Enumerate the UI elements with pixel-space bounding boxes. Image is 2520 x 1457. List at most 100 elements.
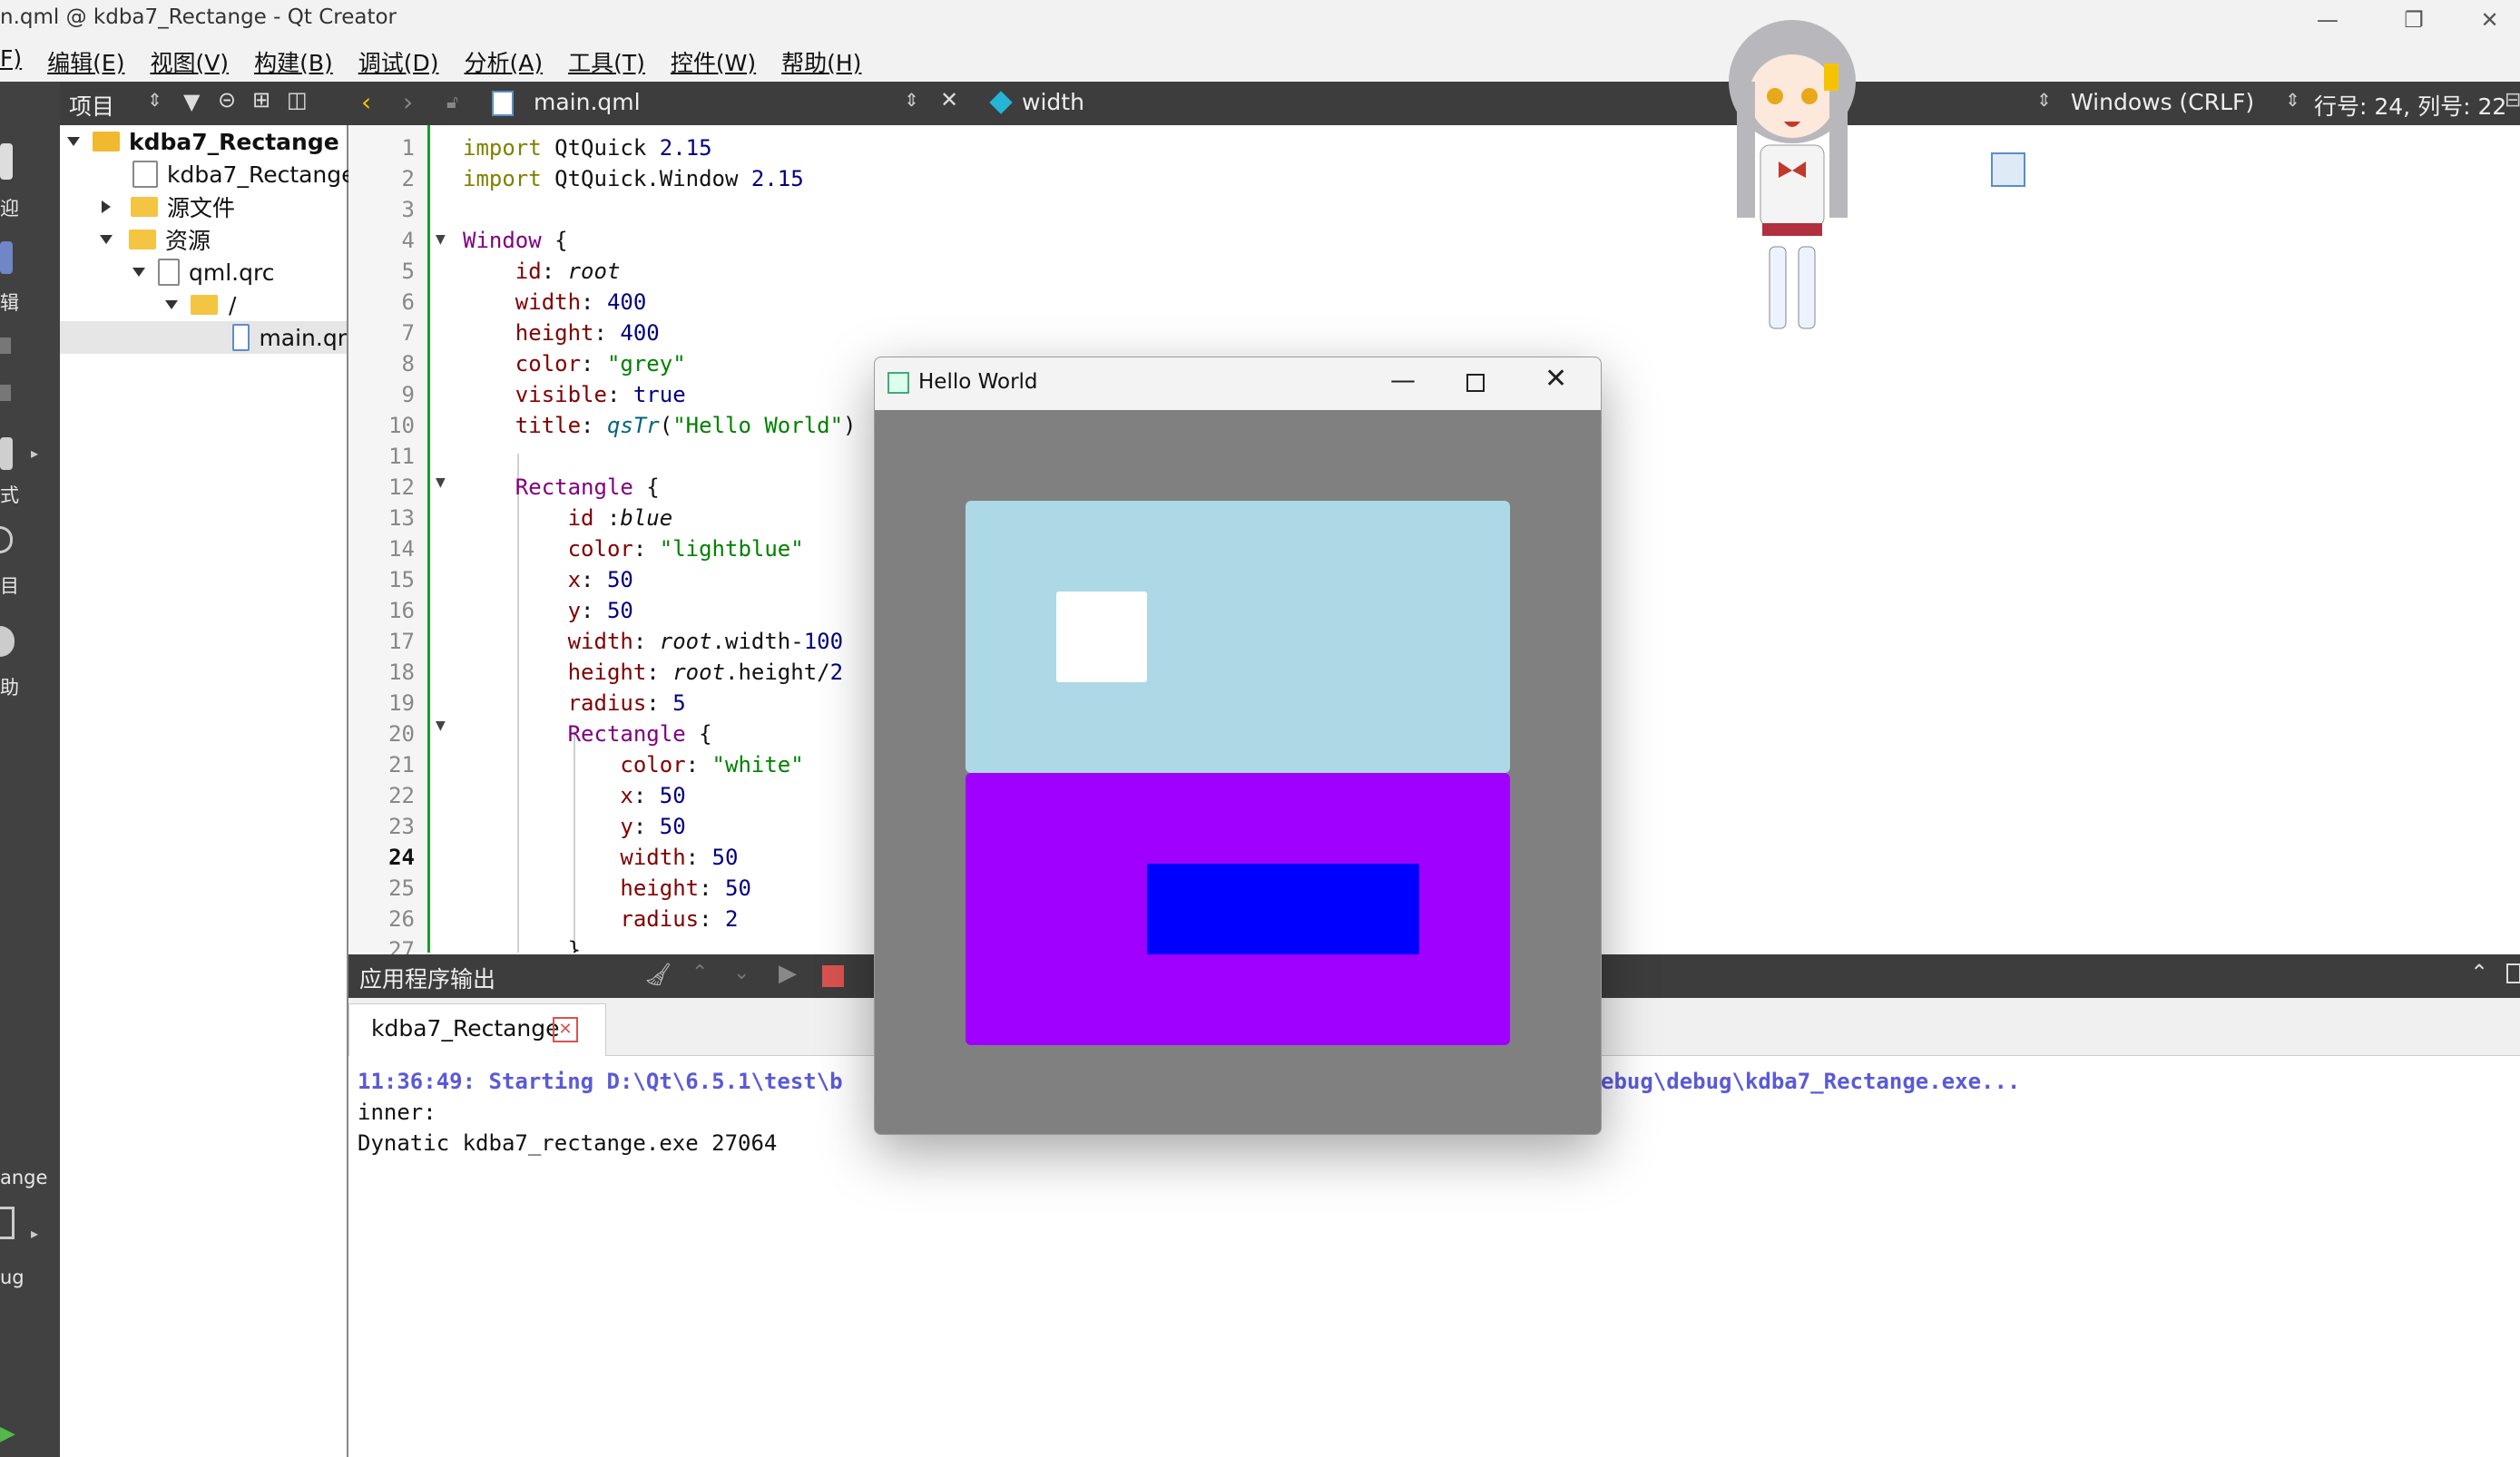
debug-bug-icon[interactable] bbox=[0, 437, 13, 470]
fold-arrow-icon[interactable]: ▼ bbox=[436, 475, 446, 490]
updown-arrows-icon[interactable]: ⇕ bbox=[2285, 89, 2300, 111]
tree-item-qrc[interactable]: qml.qrc bbox=[132, 256, 274, 288]
project-view-selector[interactable]: 项目 bbox=[69, 89, 114, 122]
qrc-file-icon bbox=[158, 259, 180, 286]
close-file-icon[interactable]: ✕ bbox=[940, 87, 958, 112]
line-ending-selector[interactable]: Windows (CRLF) bbox=[2071, 89, 2254, 115]
menu-help[interactable]: 帮助(H) bbox=[781, 45, 861, 78]
line-number: 16 bbox=[388, 598, 415, 623]
menu-build[interactable]: 构建(B) bbox=[254, 45, 333, 78]
forward-arrow-icon[interactable]: › bbox=[403, 87, 413, 117]
line-number: 1 bbox=[401, 135, 415, 161]
fold-arrow-icon[interactable]: ▼ bbox=[436, 719, 446, 733]
menu-view[interactable]: 视图(V) bbox=[150, 45, 229, 78]
code-line: width: root.width-100 bbox=[567, 629, 844, 654]
tree-item-main-qml[interactable]: main.qr bbox=[60, 321, 347, 354]
qml-file-icon bbox=[232, 324, 250, 351]
tree-item-label: kdba7_Rectange. bbox=[167, 161, 363, 188]
tree-item-resources[interactable]: 资源 bbox=[100, 223, 211, 256]
close-button[interactable]: ✕ bbox=[2459, 0, 2520, 40]
close-pane-icon[interactable] bbox=[2506, 963, 2520, 983]
minimize-button[interactable]: — bbox=[1390, 365, 1416, 395]
line-number-gutter: 1 2 3 4 5 6 7 8 9 10 11 12 13 14 15 16 17 18 19 20 21 22 23 24 2… bbox=[348, 125, 430, 963]
prev-icon[interactable]: ⌃ bbox=[691, 962, 708, 984]
fold-arrow-icon[interactable]: ▼ bbox=[436, 232, 446, 247]
maximize-button[interactable] bbox=[1466, 374, 1485, 392]
close-sidebar-icon[interactable]: ◫ bbox=[287, 87, 308, 112]
line-number: 4 bbox=[401, 228, 415, 253]
folder-lock-icon bbox=[129, 230, 156, 249]
debug-mode-icon[interactable] bbox=[0, 385, 11, 401]
menu-items: F) 编辑(E) 视图(V) 构建(B) 调试(D) 分析(A) 工具(T) 控… bbox=[0, 45, 861, 78]
folder-icon bbox=[131, 197, 158, 217]
line-number: 25 bbox=[388, 875, 415, 901]
rerun-icon[interactable]: ▶ bbox=[779, 960, 797, 987]
code-line: Window { bbox=[463, 228, 568, 253]
mode-selector-bar: 迎 辑 ▸ 式 目 助 ange ▸ ug ▶ ▶ bbox=[0, 82, 60, 1457]
tree-item-label: 资源 bbox=[165, 228, 211, 254]
link-icon[interactable]: ⊝ bbox=[218, 87, 236, 112]
current-symbol[interactable]: width bbox=[1022, 89, 1084, 115]
menu-tools[interactable]: 工具(T) bbox=[568, 45, 645, 78]
target-arrow-icon: ▸ bbox=[31, 1225, 39, 1242]
tree-item-sources[interactable]: 源文件 bbox=[102, 191, 235, 223]
code-line: color: "white" bbox=[620, 752, 804, 777]
design-mode-icon[interactable] bbox=[0, 337, 11, 354]
window-title: n.qml @ kdba7_Rectange - Qt Creator bbox=[0, 5, 397, 29]
stop-icon[interactable] bbox=[822, 965, 844, 987]
expand-arrow-icon bbox=[67, 137, 80, 146]
menu-widgets[interactable]: 控件(W) bbox=[671, 45, 756, 78]
filter-icon[interactable]: ▼ bbox=[183, 89, 200, 114]
hello-world-title: Hello World bbox=[918, 370, 1038, 394]
tree-item-pro-file[interactable]: kdba7_Rectange. bbox=[132, 158, 362, 191]
back-arrow-icon[interactable]: ‹ bbox=[361, 87, 371, 117]
line-number: 22 bbox=[388, 783, 415, 808]
minimize-button[interactable]: — bbox=[2287, 0, 2368, 40]
menu-file[interactable]: F) bbox=[0, 45, 22, 78]
purple-rectangle bbox=[966, 773, 1510, 1045]
code-line: height: root.height/2 bbox=[567, 660, 844, 685]
tree-item-label: 源文件 bbox=[167, 195, 236, 221]
close-tab-icon[interactable]: ✕ bbox=[553, 1017, 578, 1042]
output-line-start: 11:36:49: Starting D:\Qt\6.5.1\test\b bbox=[358, 1069, 843, 1094]
output-tab-label: kdba7_Rectange bbox=[371, 1015, 560, 1041]
line-number: 9 bbox=[401, 382, 415, 407]
blue-rectangle bbox=[1147, 864, 1419, 954]
split-icon[interactable]: ⊞ bbox=[252, 87, 270, 112]
menu-analyze[interactable]: 分析(A) bbox=[465, 45, 544, 78]
mode-label-welcome: 迎 bbox=[0, 198, 19, 220]
tree-item-label: main.qr bbox=[259, 324, 347, 351]
mode-label-project: 目 bbox=[0, 575, 19, 597]
restore-button[interactable]: ❐ bbox=[2373, 0, 2455, 40]
clear-output-icon[interactable]: 🧹︎ bbox=[644, 962, 672, 987]
menu-edit[interactable]: 编辑(E) bbox=[47, 45, 124, 78]
next-icon[interactable]: ⌄ bbox=[733, 962, 750, 984]
tree-item-project[interactable]: kdba7_Rectange bbox=[67, 125, 339, 158]
split-editor-icon[interactable]: ⊟ bbox=[2505, 89, 2520, 112]
preview-image-icon[interactable] bbox=[1991, 152, 2025, 187]
app-icon bbox=[887, 372, 909, 394]
line-number: 26 bbox=[388, 906, 415, 932]
updown-arrows-icon[interactable]: ⇕ bbox=[147, 89, 162, 111]
help-mode-icon[interactable] bbox=[0, 626, 15, 657]
menu-debug[interactable]: 调试(D) bbox=[358, 45, 439, 78]
project-mode-icon[interactable] bbox=[0, 526, 13, 553]
tree-item-label: qml.qrc bbox=[189, 259, 275, 286]
pro-file-icon bbox=[132, 161, 158, 188]
output-tab-kdba7[interactable]: kdba7_Rectange ✕ bbox=[348, 1003, 606, 1056]
run-icon[interactable]: ▶ bbox=[0, 1423, 15, 1445]
maximize-pane-icon[interactable]: ⌃ bbox=[2470, 960, 2488, 985]
build-target-icon[interactable] bbox=[0, 1207, 15, 1239]
updown-arrows-icon[interactable]: ⇕ bbox=[2036, 89, 2052, 111]
open-file-name[interactable]: main.qml bbox=[534, 89, 641, 115]
line-number: 15 bbox=[388, 567, 415, 592]
welcome-mode-icon[interactable] bbox=[0, 143, 13, 180]
code-line: radius: 5 bbox=[567, 690, 686, 716]
cursor-position[interactable]: 行号: 24, 列号: 22 bbox=[2314, 89, 2506, 122]
code-line: } bbox=[463, 937, 582, 953]
updown-arrows-icon[interactable]: ⇕ bbox=[904, 89, 919, 111]
tree-item-prefix[interactable]: / bbox=[165, 288, 236, 321]
close-button[interactable]: ✕ bbox=[1544, 363, 1567, 395]
code-line: Rectangle { bbox=[515, 474, 660, 500]
edit-mode-icon[interactable] bbox=[0, 241, 13, 274]
